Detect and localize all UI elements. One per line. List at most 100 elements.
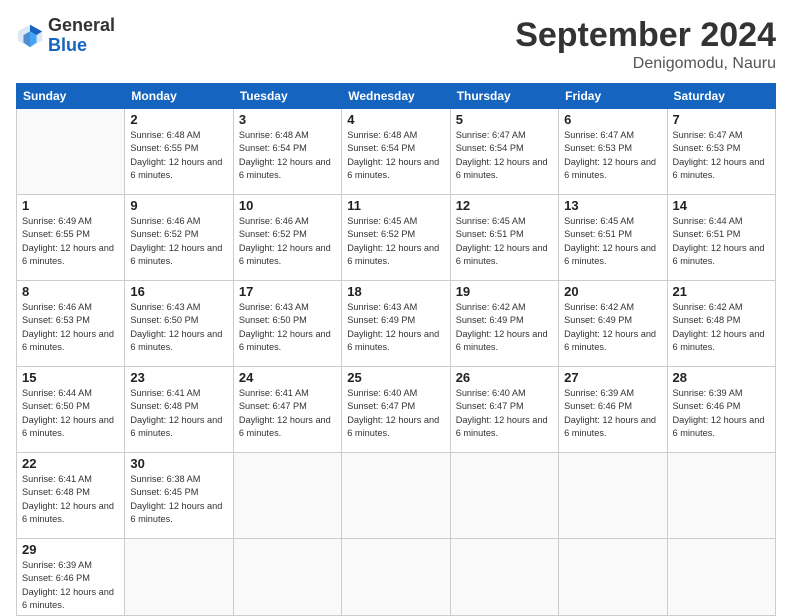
day-number: 30	[130, 456, 227, 471]
calendar-cell: 11 Sunrise: 6:45 AMSunset: 6:52 PMDayligh…	[342, 195, 450, 281]
calendar-cell	[559, 539, 667, 616]
day-info: Sunrise: 6:42 AMSunset: 6:48 PMDaylight:…	[673, 301, 770, 354]
day-info: Sunrise: 6:41 AMSunset: 6:47 PMDaylight:…	[239, 387, 336, 440]
day-info: Sunrise: 6:39 AMSunset: 6:46 PMDaylight:…	[673, 387, 770, 440]
day-number: 2	[130, 112, 227, 127]
calendar-cell	[667, 453, 775, 539]
day-number: 20	[564, 284, 661, 299]
day-number: 13	[564, 198, 661, 213]
table-row: 22Sunrise: 6:41 AMSunset: 6:48 PMDayligh…	[17, 453, 776, 539]
table-row: 2 Sunrise: 6:48 AMSunset: 6:55 PMDaylight…	[17, 109, 776, 195]
day-number: 14	[673, 198, 770, 213]
day-info: Sunrise: 6:48 AMSunset: 6:54 PMDaylight:…	[347, 129, 444, 182]
day-info: Sunrise: 6:40 AMSunset: 6:47 PMDaylight:…	[456, 387, 553, 440]
header-row: Sunday Monday Tuesday Wednesday Thursday…	[17, 84, 776, 109]
col-wednesday: Wednesday	[342, 84, 450, 109]
day-number: 27	[564, 370, 661, 385]
day-number: 1	[22, 198, 119, 213]
calendar-table: Sunday Monday Tuesday Wednesday Thursday…	[16, 83, 776, 616]
day-info: Sunrise: 6:48 AMSunset: 6:54 PMDaylight:…	[239, 129, 336, 182]
calendar-cell: 30Sunrise: 6:38 AMSunset: 6:45 PMDayligh…	[125, 453, 233, 539]
calendar-cell	[450, 453, 558, 539]
calendar-cell: 4 Sunrise: 6:48 AMSunset: 6:54 PMDaylight…	[342, 109, 450, 195]
day-info: Sunrise: 6:45 AMSunset: 6:52 PMDaylight:…	[347, 215, 444, 268]
calendar-cell: 13 Sunrise: 6:45 AMSunset: 6:51 PMDayligh…	[559, 195, 667, 281]
subtitle: Denigomodu, Nauru	[515, 55, 776, 73]
calendar-cell: 6 Sunrise: 6:47 AMSunset: 6:53 PMDaylight…	[559, 109, 667, 195]
calendar-cell	[125, 539, 233, 616]
day-number: 21	[673, 284, 770, 299]
logo-blue: Blue	[48, 36, 115, 56]
day-info: Sunrise: 6:42 AMSunset: 6:49 PMDaylight:…	[564, 301, 661, 354]
col-saturday: Saturday	[667, 84, 775, 109]
day-info: Sunrise: 6:43 AMSunset: 6:50 PMDaylight:…	[239, 301, 336, 354]
calendar-cell: 5 Sunrise: 6:47 AMSunset: 6:54 PMDaylight…	[450, 109, 558, 195]
page: General Blue September 2024 Denigomodu, …	[0, 0, 792, 612]
day-info: Sunrise: 6:41 AMSunset: 6:48 PMDaylight:…	[22, 473, 119, 526]
day-number: 19	[456, 284, 553, 299]
day-number: 23	[130, 370, 227, 385]
calendar-cell: 8 Sunrise: 6:46 AMSunset: 6:53 PMDaylight…	[17, 281, 125, 367]
table-row: 1 Sunrise: 6:49 AMSunset: 6:55 PMDaylight…	[17, 195, 776, 281]
title-area: September 2024 Denigomodu, Nauru	[515, 16, 776, 73]
day-info: Sunrise: 6:46 AMSunset: 6:52 PMDaylight:…	[239, 215, 336, 268]
day-info: Sunrise: 6:47 AMSunset: 6:54 PMDaylight:…	[456, 129, 553, 182]
calendar-cell	[233, 453, 341, 539]
day-info: Sunrise: 6:40 AMSunset: 6:47 PMDaylight:…	[347, 387, 444, 440]
calendar-cell: 9Sunrise: 6:46 AMSunset: 6:52 PMDaylight…	[125, 195, 233, 281]
day-info: Sunrise: 6:46 AMSunset: 6:53 PMDaylight:…	[22, 301, 119, 354]
col-sunday: Sunday	[17, 84, 125, 109]
day-info: Sunrise: 6:49 AMSunset: 6:55 PMDaylight:…	[22, 215, 119, 268]
calendar-cell: 15 Sunrise: 6:44 AMSunset: 6:50 PMDayligh…	[17, 367, 125, 453]
calendar-cell: 17 Sunrise: 6:43 AMSunset: 6:50 PMDayligh…	[233, 281, 341, 367]
logo-icon	[16, 22, 44, 50]
calendar-cell: 21 Sunrise: 6:42 AMSunset: 6:48 PMDayligh…	[667, 281, 775, 367]
calendar-cell: 10Sunrise: 6:46 AMSunset: 6:52 PMDayligh…	[233, 195, 341, 281]
day-number: 18	[347, 284, 444, 299]
day-info: Sunrise: 6:39 AMSunset: 6:46 PMDaylight:…	[22, 559, 119, 612]
day-info: Sunrise: 6:46 AMSunset: 6:52 PMDaylight:…	[130, 215, 227, 268]
calendar-cell: 2 Sunrise: 6:48 AMSunset: 6:55 PMDaylight…	[125, 109, 233, 195]
day-number: 15	[22, 370, 119, 385]
day-number: 5	[456, 112, 553, 127]
calendar-cell	[559, 453, 667, 539]
day-info: Sunrise: 6:41 AMSunset: 6:48 PMDaylight:…	[130, 387, 227, 440]
day-number: 24	[239, 370, 336, 385]
calendar-cell: 16Sunrise: 6:43 AMSunset: 6:50 PMDayligh…	[125, 281, 233, 367]
col-tuesday: Tuesday	[233, 84, 341, 109]
day-info: Sunrise: 6:47 AMSunset: 6:53 PMDaylight:…	[673, 129, 770, 182]
day-number: 11	[347, 198, 444, 213]
day-info: Sunrise: 6:48 AMSunset: 6:55 PMDaylight:…	[130, 129, 227, 182]
day-info: Sunrise: 6:45 AMSunset: 6:51 PMDaylight:…	[564, 215, 661, 268]
calendar-cell: 24 Sunrise: 6:41 AMSunset: 6:47 PMDayligh…	[233, 367, 341, 453]
day-number: 25	[347, 370, 444, 385]
day-number: 28	[673, 370, 770, 385]
table-row: 29 Sunrise: 6:39 AMSunset: 6:46 PMDayligh…	[17, 539, 776, 616]
table-row: 8 Sunrise: 6:46 AMSunset: 6:53 PMDaylight…	[17, 281, 776, 367]
day-number: 17	[239, 284, 336, 299]
day-number: 4	[347, 112, 444, 127]
day-number: 8	[22, 284, 119, 299]
col-thursday: Thursday	[450, 84, 558, 109]
day-number: 6	[564, 112, 661, 127]
calendar-cell	[450, 539, 558, 616]
logo-text: General Blue	[48, 16, 115, 56]
day-number: 12	[456, 198, 553, 213]
day-info: Sunrise: 6:47 AMSunset: 6:53 PMDaylight:…	[564, 129, 661, 182]
calendar-cell: 18Sunrise: 6:43 AMSunset: 6:49 PMDayligh…	[342, 281, 450, 367]
col-monday: Monday	[125, 84, 233, 109]
calendar-cell: 22Sunrise: 6:41 AMSunset: 6:48 PMDayligh…	[17, 453, 125, 539]
calendar-cell: 26Sunrise: 6:40 AMSunset: 6:47 PMDayligh…	[450, 367, 558, 453]
calendar-cell: 3 Sunrise: 6:48 AMSunset: 6:54 PMDaylight…	[233, 109, 341, 195]
calendar-cell	[667, 539, 775, 616]
day-info: Sunrise: 6:44 AMSunset: 6:50 PMDaylight:…	[22, 387, 119, 440]
logo: General Blue	[16, 16, 115, 56]
calendar-cell: 29 Sunrise: 6:39 AMSunset: 6:46 PMDayligh…	[17, 539, 125, 616]
calendar-cell	[342, 539, 450, 616]
calendar-cell: 19Sunrise: 6:42 AMSunset: 6:49 PMDayligh…	[450, 281, 558, 367]
day-number: 3	[239, 112, 336, 127]
calendar-cell: 25 Sunrise: 6:40 AMSunset: 6:47 PMDayligh…	[342, 367, 450, 453]
day-number: 29	[22, 542, 119, 557]
day-info: Sunrise: 6:44 AMSunset: 6:51 PMDaylight:…	[673, 215, 770, 268]
header: General Blue September 2024 Denigomodu, …	[16, 16, 776, 73]
